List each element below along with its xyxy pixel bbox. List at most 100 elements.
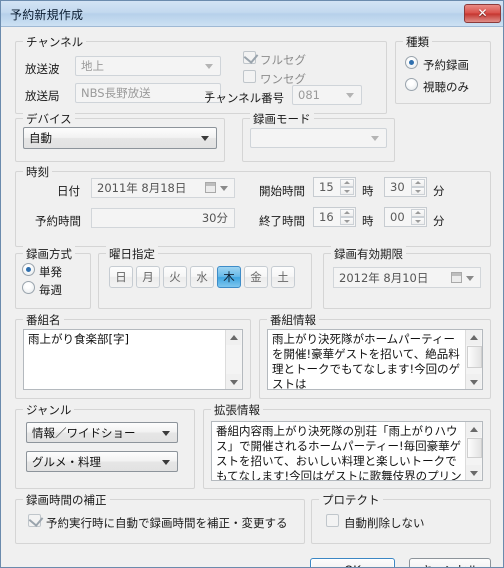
valid-period-value: 2012年 8月10日 [339,270,429,285]
ok-button[interactable]: OK [310,558,395,568]
title-bar: 予約新規作成 ✕ [1,1,503,27]
spinner-down-icon[interactable] [411,217,425,225]
channel-group-title: チャンネル [23,34,87,50]
spinner-up-icon[interactable] [340,209,354,217]
window-title: 予約新規作成 [10,8,84,22]
weekday-button-sun[interactable]: 日 [109,266,133,288]
type-radio-view[interactable] [405,78,418,91]
weekday-button-fri[interactable]: 金 [244,266,268,288]
weekday-button-mon[interactable]: 月 [136,266,160,288]
date-field[interactable]: 2011年 8月18日 [91,178,235,198]
ok-button-label: OK [311,563,394,568]
rec-mode-group-title: 録画モード [250,111,314,127]
rec-method-radio-single-label: 単発 [39,265,62,279]
spinner-down-icon[interactable] [340,217,354,225]
spinner-up-icon[interactable] [411,179,425,187]
start-minute-spinner[interactable]: 30 [384,177,427,197]
weekday-button-thu[interactable]: 木 [217,266,241,288]
rec-method-radio-weekly[interactable] [22,281,35,294]
weekday-button-sat[interactable]: 土 [271,266,295,288]
weekday-group-title: 曜日指定 [106,246,158,262]
date-label: 日付 [57,184,80,198]
duration-value: 30分 [201,211,228,225]
cancel-button[interactable]: キャンセル [409,558,491,567]
program-name-textarea[interactable]: 雨上がり食楽部[字] [23,329,243,390]
scroll-down-icon[interactable] [226,374,241,389]
end-time-label: 終了時間 [259,214,305,228]
duration-field: 30分 [91,208,235,228]
chevron-down-icon [201,136,209,141]
reservation-dialog: 予約新規作成 ✕ チャンネル 放送波 地上 放送局 NBS長野放送 フルセグ ワ… [0,0,504,568]
spinner-buttons [340,179,354,195]
channel-number-combo[interactable]: 081 [292,85,362,105]
program-name-scrollbar[interactable] [225,330,242,389]
genre-secondary-combo[interactable]: グルメ・料理 [26,451,178,472]
broadcast-wave-combo[interactable]: 地上 [75,56,221,76]
rec-mode-combo[interactable] [250,128,387,148]
start-time-label: 開始時間 [259,184,305,198]
protect-checkbox-label: 自動削除しない [344,516,425,530]
end-minute-unit: 分 [433,214,445,228]
broadcast-station-label: 放送局 [25,89,60,103]
fullseg-checkbox[interactable] [243,49,259,64]
scrollbar-thumb[interactable] [467,438,482,458]
genre-group-title: ジャンル [23,402,75,418]
device-combo[interactable]: 自動 [23,127,217,149]
end-minute-value: 00 [390,210,405,224]
dialog-body: チャンネル 放送波 地上 放送局 NBS長野放送 フルセグ ワンセグ チャンネル… [1,27,503,568]
close-button[interactable]: ✕ [464,4,501,23]
scrollbar-thumb[interactable] [467,346,482,368]
genre-primary-value: 情報／ワイドショー [32,425,136,440]
scroll-up-icon[interactable] [466,330,481,345]
radio-dot-icon [26,267,31,272]
type-radio-record-label: 予約録画 [423,58,469,72]
start-hour-spinner[interactable]: 15 [313,177,356,197]
chevron-down-icon [162,459,170,465]
protect-checkbox[interactable] [326,514,339,527]
scroll-up-icon[interactable] [226,330,241,345]
program-info-scrollbar[interactable] [465,330,482,389]
correction-checkbox-label: 予約実行時に自動で録画時間を補正・変更する [46,516,288,530]
genre-secondary-value: グルメ・料理 [32,454,101,469]
scroll-down-icon[interactable] [466,374,481,389]
valid-period-field[interactable]: 2012年 8月10日 [333,267,481,288]
scroll-up-icon[interactable] [466,422,481,437]
program-info-textarea[interactable]: 雨上がり決死隊がホームパーティーを開催!豪華ゲストを招いて、絶品料理とトークでも… [267,329,483,390]
chevron-down-icon [466,275,474,281]
type-radio-record[interactable] [405,56,418,69]
genre-primary-combo[interactable]: 情報／ワイドショー [26,422,178,443]
chevron-down-icon [205,64,213,69]
start-minute-unit: 分 [433,184,445,198]
chevron-down-icon [371,136,379,141]
spinner-down-icon[interactable] [411,187,425,195]
program-info-group-title: 番組情報 [267,312,319,328]
chevron-down-icon [220,186,228,191]
radio-dot-icon [409,60,414,65]
chevron-down-icon [346,93,354,98]
channel-number-value: 081 [298,88,320,102]
spinner-up-icon[interactable] [340,179,354,187]
oneseg-checkbox[interactable] [243,70,256,83]
program-name-value: 雨上がり食楽部[字] [28,332,129,346]
spinner-buttons [340,209,354,225]
extended-info-group-title: 拡張情報 [211,402,263,418]
spinner-down-icon[interactable] [340,187,354,195]
start-hour-unit: 時 [362,184,374,198]
valid-period-group-title: 録画有効期限 [331,246,406,262]
end-hour-spinner[interactable]: 16 [313,207,356,227]
weekday-button-wed[interactable]: 水 [190,266,214,288]
end-minute-spinner[interactable]: 00 [384,207,427,227]
broadcast-wave-label: 放送波 [25,62,60,76]
scroll-down-icon[interactable] [466,465,481,480]
spinner-buttons [411,179,425,195]
genre-group: ジャンル [15,402,195,489]
type-radio-view-label: 視聴のみ [423,80,469,94]
extended-info-textarea[interactable]: 番組内容雨上がり決死隊の別荘「雨上がりハウス」で開催されるホームパーティー!毎回… [211,421,483,481]
correction-checkbox[interactable] [28,512,44,527]
weekday-button-tue[interactable]: 火 [163,266,187,288]
extended-info-scrollbar[interactable] [465,422,482,480]
spinner-up-icon[interactable] [411,209,425,217]
chevron-down-icon [162,430,170,436]
broadcast-station-combo[interactable]: NBS長野放送 [75,83,221,103]
rec-method-radio-single[interactable] [22,263,35,276]
